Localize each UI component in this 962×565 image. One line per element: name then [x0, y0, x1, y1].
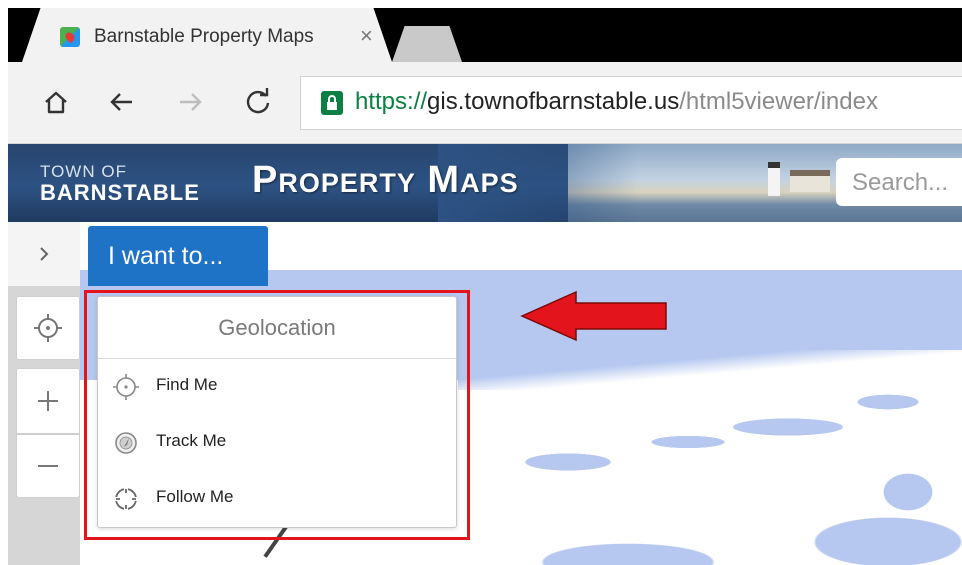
url-text: https://gis.townofbarnstable.us/html5vie… [355, 88, 878, 116]
back-icon[interactable] [104, 84, 140, 120]
search-input[interactable]: Search... [836, 158, 962, 206]
find-me-label: Find Me [156, 375, 218, 394]
search-placeholder: Search... [852, 169, 949, 196]
find-me-item[interactable]: Find Me [98, 361, 456, 411]
lock-icon [321, 91, 343, 115]
forward-icon[interactable] [172, 84, 208, 120]
new-tab-button[interactable] [392, 26, 462, 62]
plus-icon [38, 391, 58, 411]
site-favicon-icon [60, 27, 80, 47]
tab-close-icon[interactable]: × [360, 23, 373, 49]
browser-toolbar: https://gis.townofbarnstable.us/html5vie… [8, 62, 962, 144]
url-scheme: https:// [355, 88, 428, 115]
red-arrow-icon [520, 290, 667, 342]
tab-title: Barnstable Property Maps [94, 26, 314, 47]
i-want-to-button[interactable]: I want to... [88, 226, 268, 286]
brand-town-of: TOWN OF [40, 162, 127, 181]
crosshair-icon [34, 314, 62, 342]
zoom-in-button[interactable] [16, 368, 80, 434]
brand-barnstable: BARNSTABLE [40, 180, 200, 205]
url-path: /html5viewer/index [679, 88, 878, 115]
compass-icon [115, 432, 137, 454]
reload-icon[interactable] [240, 84, 276, 120]
chevron-right-icon [40, 247, 49, 261]
follow-me-item[interactable]: Follow Me [98, 473, 456, 523]
browser-tab-strip: Barnstable Property Maps × [8, 8, 962, 62]
app-title: Property Maps [252, 159, 519, 201]
browser-tab[interactable]: Barnstable Property Maps × [22, 8, 392, 62]
crosshair-icon [113, 374, 139, 400]
expand-panel-button[interactable] [8, 222, 80, 286]
url-host: gis.townofbarnstable.us [427, 88, 680, 115]
minus-icon [38, 465, 58, 467]
geolocate-button[interactable] [16, 296, 80, 360]
address-bar[interactable]: https://gis.townofbarnstable.us/html5vie… [300, 76, 962, 130]
track-me-item[interactable]: Track Me [98, 417, 456, 467]
app-header-banner: TOWN OF BARNSTABLE Property Maps Search.… [8, 144, 962, 222]
follow-me-label: Follow Me [156, 487, 234, 506]
home-icon[interactable] [38, 84, 74, 120]
track-me-label: Track Me [156, 431, 227, 450]
zoom-out-button[interactable] [16, 434, 80, 498]
follow-target-icon [115, 488, 137, 510]
house-image [790, 170, 830, 192]
geolocation-title: Geolocation [98, 297, 456, 359]
geolocation-panel: Geolocation Find Me Track Me Follow Me [97, 296, 457, 528]
lighthouse-image [768, 162, 780, 196]
